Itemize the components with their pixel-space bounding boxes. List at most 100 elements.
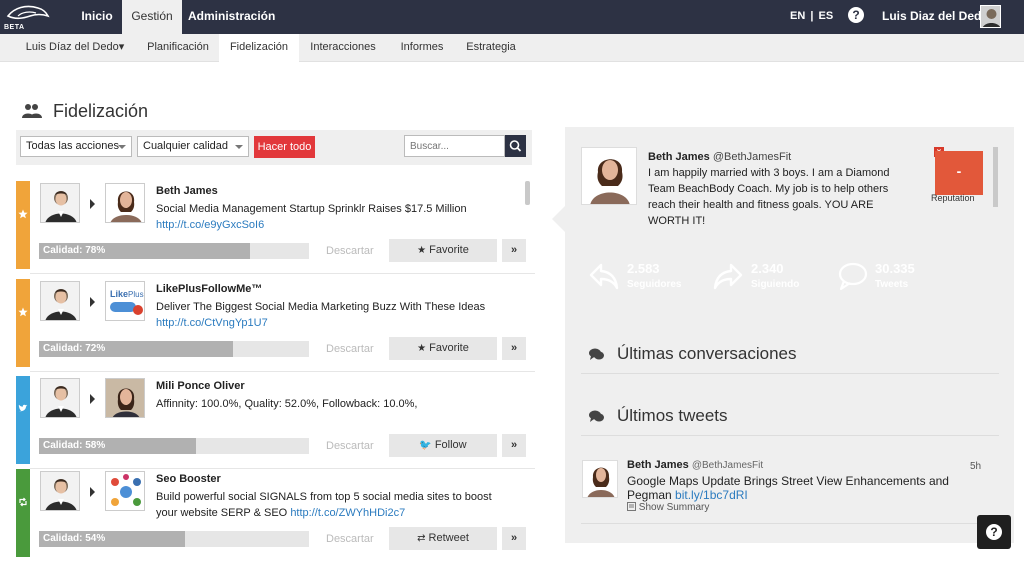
retweet-icon xyxy=(18,497,28,507)
quality-bar: Calidad: 78% xyxy=(39,243,309,259)
show-summary-button[interactable]: Show Summary xyxy=(627,502,709,513)
action-icon: ★ xyxy=(417,343,427,354)
forward-arrow-icon xyxy=(713,263,743,290)
quality-label: Calidad: 78% xyxy=(43,245,106,256)
row-link[interactable]: http://t.co/ZWYhHDi2c7 xyxy=(290,507,405,519)
reply-arrow-icon xyxy=(589,263,619,290)
tweet-avatar-icon xyxy=(583,461,617,497)
tweet-link[interactable]: bit.ly/1bc7dRI xyxy=(675,488,748,502)
conversations-title: Últimas conversaciones xyxy=(617,344,797,363)
target-name[interactable]: Beth James xyxy=(156,185,218,197)
own-account-avatar[interactable] xyxy=(40,183,80,223)
app-logo[interactable]: BETA xyxy=(4,2,54,32)
comments-icon xyxy=(589,410,604,422)
discard-button[interactable]: Descartar xyxy=(326,438,374,454)
lang-es[interactable]: ES xyxy=(818,10,833,22)
bird-logo-icon xyxy=(6,5,50,20)
nav-administracion[interactable]: Administración xyxy=(188,0,275,34)
profile-name[interactable]: Beth James xyxy=(648,151,710,163)
stat-followers-value: 2.583 xyxy=(627,261,660,276)
actions-select-value: Todas las acciones xyxy=(26,140,119,152)
profile-photo[interactable] xyxy=(581,147,637,205)
star-icon xyxy=(18,209,28,219)
own-account-avatar[interactable] xyxy=(40,471,80,511)
tab-estrategia[interactable]: Estrategia xyxy=(460,34,522,62)
more-button[interactable]: » xyxy=(502,239,526,262)
floating-help-button[interactable]: ? xyxy=(977,515,1011,549)
account-dropdown[interactable]: Luis Díaz del Dedo▾ xyxy=(22,34,128,62)
stat-tweets-label: Tweets xyxy=(875,279,909,290)
svg-text:Plus: Plus xyxy=(128,290,144,299)
tab-interacciones[interactable]: Interacciones xyxy=(303,34,383,62)
tweet-avatar[interactable] xyxy=(582,460,618,498)
stat-tweets[interactable]: 30.335 Tweets xyxy=(829,253,945,301)
nav-inicio[interactable]: Inicio xyxy=(76,0,118,34)
quality-bar: Calidad: 54% xyxy=(39,531,309,547)
more-button[interactable]: » xyxy=(502,337,526,360)
beta-badge: BETA xyxy=(4,24,25,31)
quality-bar: Calidad: 58% xyxy=(39,438,309,454)
row-link[interactable]: http://t.co/e9yGxcSoI6 xyxy=(156,219,264,231)
tab-planificacion[interactable]: Planificación xyxy=(138,34,218,62)
lang-separator: | xyxy=(810,10,814,22)
feed-row-ribbon xyxy=(16,181,30,269)
search-input[interactable] xyxy=(404,135,505,157)
target-name[interactable]: Mili Ponce Oliver xyxy=(156,380,245,392)
tweet-text: Google Maps Update Brings Street View En… xyxy=(627,474,957,502)
own-account-avatar[interactable] xyxy=(40,281,80,321)
more-button[interactable]: » xyxy=(502,527,526,550)
star-icon xyxy=(18,307,28,317)
action-icon: 🐦 xyxy=(419,440,432,451)
comments-icon xyxy=(589,348,604,360)
more-button[interactable]: » xyxy=(502,434,526,457)
target-avatar[interactable] xyxy=(105,183,145,223)
quality-label: Calidad: 54% xyxy=(43,533,106,544)
chevron-down-icon xyxy=(118,145,126,149)
bio-scrollbar[interactable] xyxy=(993,147,998,207)
own-account-avatar[interactable] xyxy=(40,378,80,418)
nav-gestion[interactable]: Gestión xyxy=(122,0,182,34)
target-name[interactable]: LikePlusFollowMe™ xyxy=(156,283,262,295)
action-button[interactable]: ★ Favorite xyxy=(389,337,497,360)
action-button[interactable]: ★ Favorite xyxy=(389,239,497,262)
stat-following[interactable]: 2.340 Siguiendo xyxy=(705,253,821,301)
account-dropdown-label: Luis Díaz del Dedo▾ xyxy=(25,41,125,53)
target-avatar[interactable] xyxy=(105,378,145,418)
quality-select[interactable]: Cualquier calidad xyxy=(137,136,249,157)
user-avatar[interactable] xyxy=(980,5,1001,28)
action-label: Retweet xyxy=(428,532,469,544)
action-button[interactable]: 🐦 Follow xyxy=(389,434,497,457)
tab-interacciones-label: Interacciones xyxy=(310,41,376,53)
help-icon[interactable]: ? xyxy=(848,7,864,23)
discard-button[interactable]: Descartar xyxy=(326,243,374,259)
actions-select[interactable]: Todas las acciones xyxy=(20,136,132,157)
profile-photo-icon xyxy=(582,148,636,204)
row-content: Deliver The Biggest Social Media Marketi… xyxy=(156,299,516,331)
target-avatar[interactable] xyxy=(105,471,145,511)
reputation-badge[interactable]: - xyxy=(935,151,983,195)
lang-en[interactable]: EN xyxy=(790,10,805,22)
target-name[interactable]: Seo Booster xyxy=(156,473,221,485)
summary-icon xyxy=(627,502,636,511)
search-button[interactable] xyxy=(505,135,526,157)
tab-fidelizacion-label: Fidelización xyxy=(229,41,289,53)
row-content: Social Media Management Startup Sprinklr… xyxy=(156,201,516,233)
search-icon xyxy=(509,140,522,152)
arrow-right-icon xyxy=(90,297,95,307)
row-link[interactable]: http://t.co/CtVngYp1U7 xyxy=(156,317,268,329)
tab-fidelizacion[interactable]: Fidelización xyxy=(219,34,299,63)
target-avatar[interactable]: Like Plus xyxy=(105,281,145,321)
discard-button[interactable]: Descartar xyxy=(326,531,374,547)
tab-informes[interactable]: Informes xyxy=(392,34,452,62)
feed-row: Like Plus LikePlusFollowMe™ Deliver The Big… xyxy=(16,279,535,372)
stat-followers[interactable]: 2.583 Seguidores xyxy=(581,253,697,301)
user-name[interactable]: Luis Diaz del Dedo xyxy=(882,0,989,34)
action-button[interactable]: ⇄ Retweet xyxy=(389,527,497,550)
panel-pointer xyxy=(552,205,566,233)
discard-button[interactable]: Descartar xyxy=(326,341,374,357)
tweet-author[interactable]: Beth James xyxy=(627,459,689,471)
profile-handle[interactable]: @BethJamesFit xyxy=(713,151,791,163)
divider xyxy=(30,273,535,274)
do-all-button[interactable]: Hacer todo xyxy=(254,136,315,158)
tweet-handle[interactable]: @BethJamesFit xyxy=(692,460,763,471)
